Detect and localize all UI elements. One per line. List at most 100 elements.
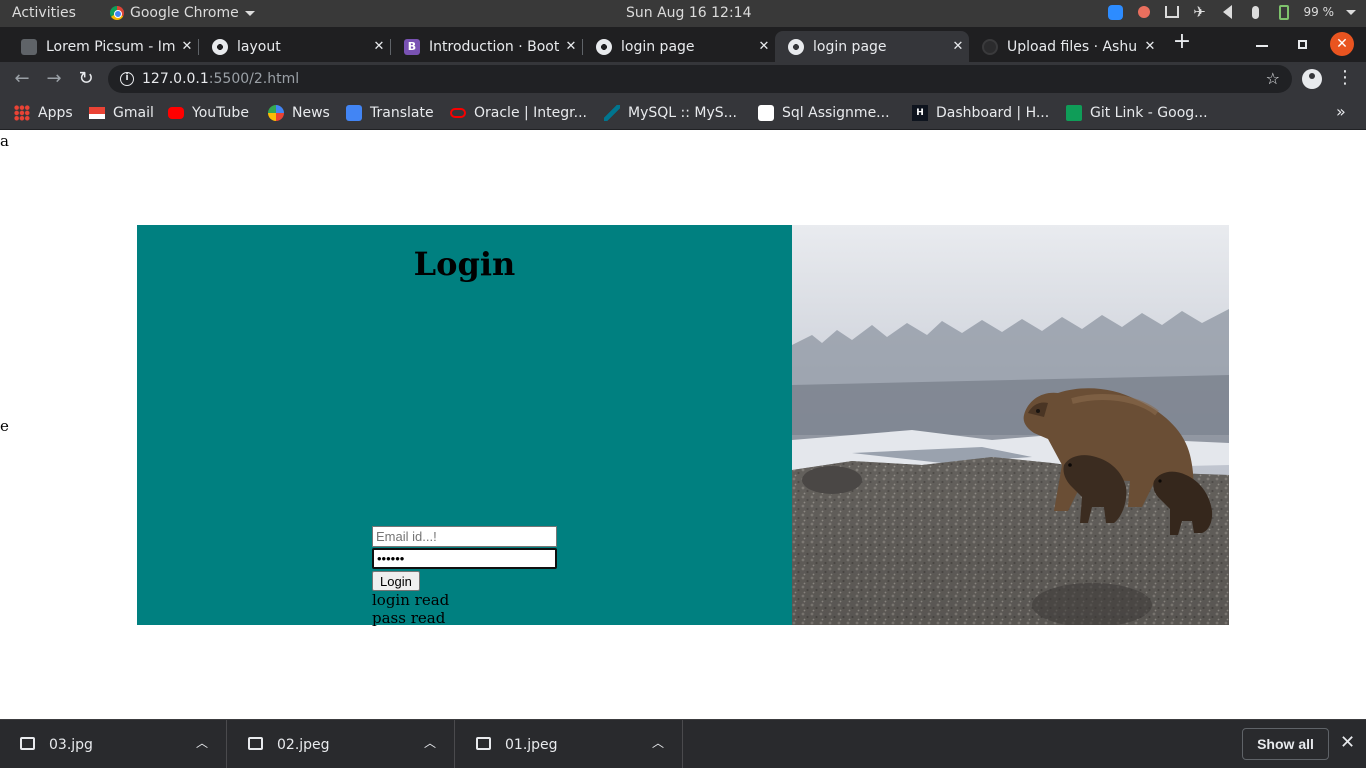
tab-title: layout: [237, 38, 281, 55]
back-arrow-icon[interactable]: ←: [11, 68, 33, 90]
close-icon[interactable]: ✕: [1139, 39, 1161, 54]
download-filename: 03.jpg: [49, 737, 93, 753]
bookmark-dashboard[interactable]: H Dashboard | H...: [912, 103, 1049, 123]
tray-caret-icon[interactable]: [1346, 9, 1356, 15]
browser-toolbar: ← → ↻ i 127.0.0.1:5500/2.html ☆: [0, 62, 1366, 96]
bootstrap-icon: B: [404, 38, 420, 55]
activities-button[interactable]: Activities: [12, 5, 76, 21]
mysql-icon: [604, 105, 620, 121]
image-file-icon: [248, 737, 263, 750]
bookmark-gmail[interactable]: Gmail: [89, 103, 154, 123]
close-icon[interactable]: ✕: [176, 39, 198, 54]
bookmark-sql-assignment[interactable]: Sql Assignme...: [758, 103, 890, 123]
network-icon[interactable]: [1164, 4, 1180, 20]
bookmark-youtube[interactable]: YouTube: [168, 103, 249, 123]
close-icon[interactable]: ✕: [947, 39, 969, 54]
globe-icon: [596, 38, 612, 55]
gmail-icon: [89, 107, 105, 119]
tab-title: Introduction · Boot: [429, 38, 560, 55]
close-icon[interactable]: ✕: [753, 39, 775, 54]
login-button[interactable]: Login: [372, 571, 420, 591]
forward-arrow-icon[interactable]: →: [43, 68, 65, 90]
tab-bootstrap[interactable]: B Introduction · Boot ✕: [391, 31, 583, 62]
login-status-text: login read: [372, 591, 450, 609]
page-viewport: a e Login Login login read pass read: [0, 131, 1366, 719]
url-host: 127.0.0.1: [142, 71, 209, 87]
close-icon[interactable]: ✕: [1340, 732, 1355, 753]
app-menu[interactable]: Google Chrome: [110, 5, 255, 21]
battery-percent[interactable]: 99 %: [1304, 5, 1335, 19]
image-file-icon: [476, 737, 491, 750]
bookmark-news[interactable]: News: [268, 103, 330, 123]
chrome-icon: [110, 6, 124, 20]
minimize-button[interactable]: [1256, 45, 1268, 47]
volume-icon[interactable]: [1220, 4, 1236, 20]
airplane-icon[interactable]: ✈: [1192, 3, 1208, 21]
url-path: :5500/2.html: [208, 71, 300, 87]
bookmark-label: Oracle | Integr...: [474, 105, 587, 121]
bear-photo-drawing: [792, 225, 1229, 625]
tab-title: Upload files · Ashu: [1007, 38, 1138, 55]
window-close-button[interactable]: ✕: [1330, 32, 1354, 56]
bear-photo: [792, 225, 1229, 625]
clock[interactable]: Sun Aug 16 12:14: [626, 5, 751, 21]
youtube-icon: [168, 107, 184, 119]
url-text[interactable]: 127.0.0.1:5500/2.html: [142, 71, 299, 87]
bookmark-translate[interactable]: Translate: [346, 103, 434, 123]
bookmark-label: Gmail: [113, 105, 154, 121]
caret-down-icon: [244, 10, 255, 16]
bookmark-apps[interactable]: Apps: [14, 103, 73, 123]
download-item[interactable]: 02.jpeg ︿: [228, 720, 455, 768]
chevron-up-icon[interactable]: ︿: [424, 734, 436, 751]
login-form: Login login read pass read: [372, 526, 572, 627]
download-item[interactable]: 01.jpeg ︿: [456, 720, 683, 768]
tab-upload-files[interactable]: Upload files · Ashu ✕: [969, 31, 1161, 62]
zoom-icon[interactable]: [1108, 4, 1124, 20]
bookmark-label: Dashboard | H...: [936, 105, 1050, 121]
bookmark-git-link[interactable]: Git Link - Goog...: [1066, 103, 1208, 123]
reload-icon[interactable]: ↻: [75, 68, 97, 90]
bookmark-label: Sql Assignme...: [782, 105, 890, 121]
email-input[interactable]: [372, 526, 557, 547]
close-icon[interactable]: ✕: [368, 39, 390, 54]
download-shelf: 03.jpg ︿ 02.jpeg ︿ 01.jpeg ︿ Show all ✕: [0, 719, 1366, 768]
translate-icon: [346, 105, 362, 121]
profile-avatar-icon[interactable]: [1302, 69, 1322, 89]
download-filename: 01.jpeg: [505, 737, 558, 753]
notification-icon[interactable]: [1136, 4, 1152, 20]
close-icon[interactable]: ✕: [560, 39, 582, 54]
bookmarks-bar: Apps Gmail YouTube News Translate Oracle…: [0, 96, 1366, 130]
download-filename: 02.jpeg: [277, 737, 330, 753]
sheets-icon: [1066, 105, 1082, 121]
bookmark-oracle[interactable]: Oracle | Integr...: [450, 103, 587, 123]
chevron-up-icon[interactable]: ︿: [652, 734, 664, 751]
address-bar[interactable]: i 127.0.0.1:5500/2.html ☆: [108, 65, 1292, 93]
maximize-button[interactable]: [1298, 40, 1307, 49]
news-icon: [268, 105, 284, 121]
password-input[interactable]: [372, 548, 557, 569]
app-menu-label: Google Chrome: [130, 5, 239, 21]
globe-icon: [212, 38, 228, 55]
stray-text-top: a: [0, 132, 9, 150]
bookmark-label: News: [292, 105, 330, 121]
bookmark-label: Apps: [38, 105, 73, 121]
site-info-icon[interactable]: i: [120, 72, 134, 86]
bookmarks-overflow-icon[interactable]: »: [1336, 102, 1346, 121]
tab-login-page-active[interactable]: login page ✕: [775, 31, 969, 62]
chevron-up-icon[interactable]: ︿: [196, 734, 208, 751]
bookmark-star-icon[interactable]: ☆: [1266, 69, 1280, 88]
chrome-menu-icon[interactable]: ⋮: [1336, 67, 1354, 89]
show-all-button[interactable]: Show all: [1242, 728, 1329, 760]
download-item[interactable]: 03.jpg ︿: [0, 720, 227, 768]
tab-login-page-1[interactable]: login page ✕: [583, 31, 775, 62]
new-tab-button[interactable]: +: [1170, 31, 1194, 55]
tab-lorem-picsum[interactable]: Lorem Picsum - Ima ✕: [8, 31, 199, 62]
microphone-icon[interactable]: [1248, 4, 1264, 20]
battery-icon[interactable]: [1276, 4, 1292, 20]
tab-layout[interactable]: layout ✕: [199, 31, 391, 62]
tab-strip: Lorem Picsum - Ima ✕ layout ✕ B Introduc…: [0, 27, 1366, 62]
system-tray[interactable]: ✈ 99 %: [1108, 3, 1356, 21]
bookmark-mysql[interactable]: MySQL :: MyS...: [604, 103, 737, 123]
bookmark-label: Translate: [370, 105, 434, 121]
bookmark-label: Git Link - Goog...: [1090, 105, 1208, 121]
